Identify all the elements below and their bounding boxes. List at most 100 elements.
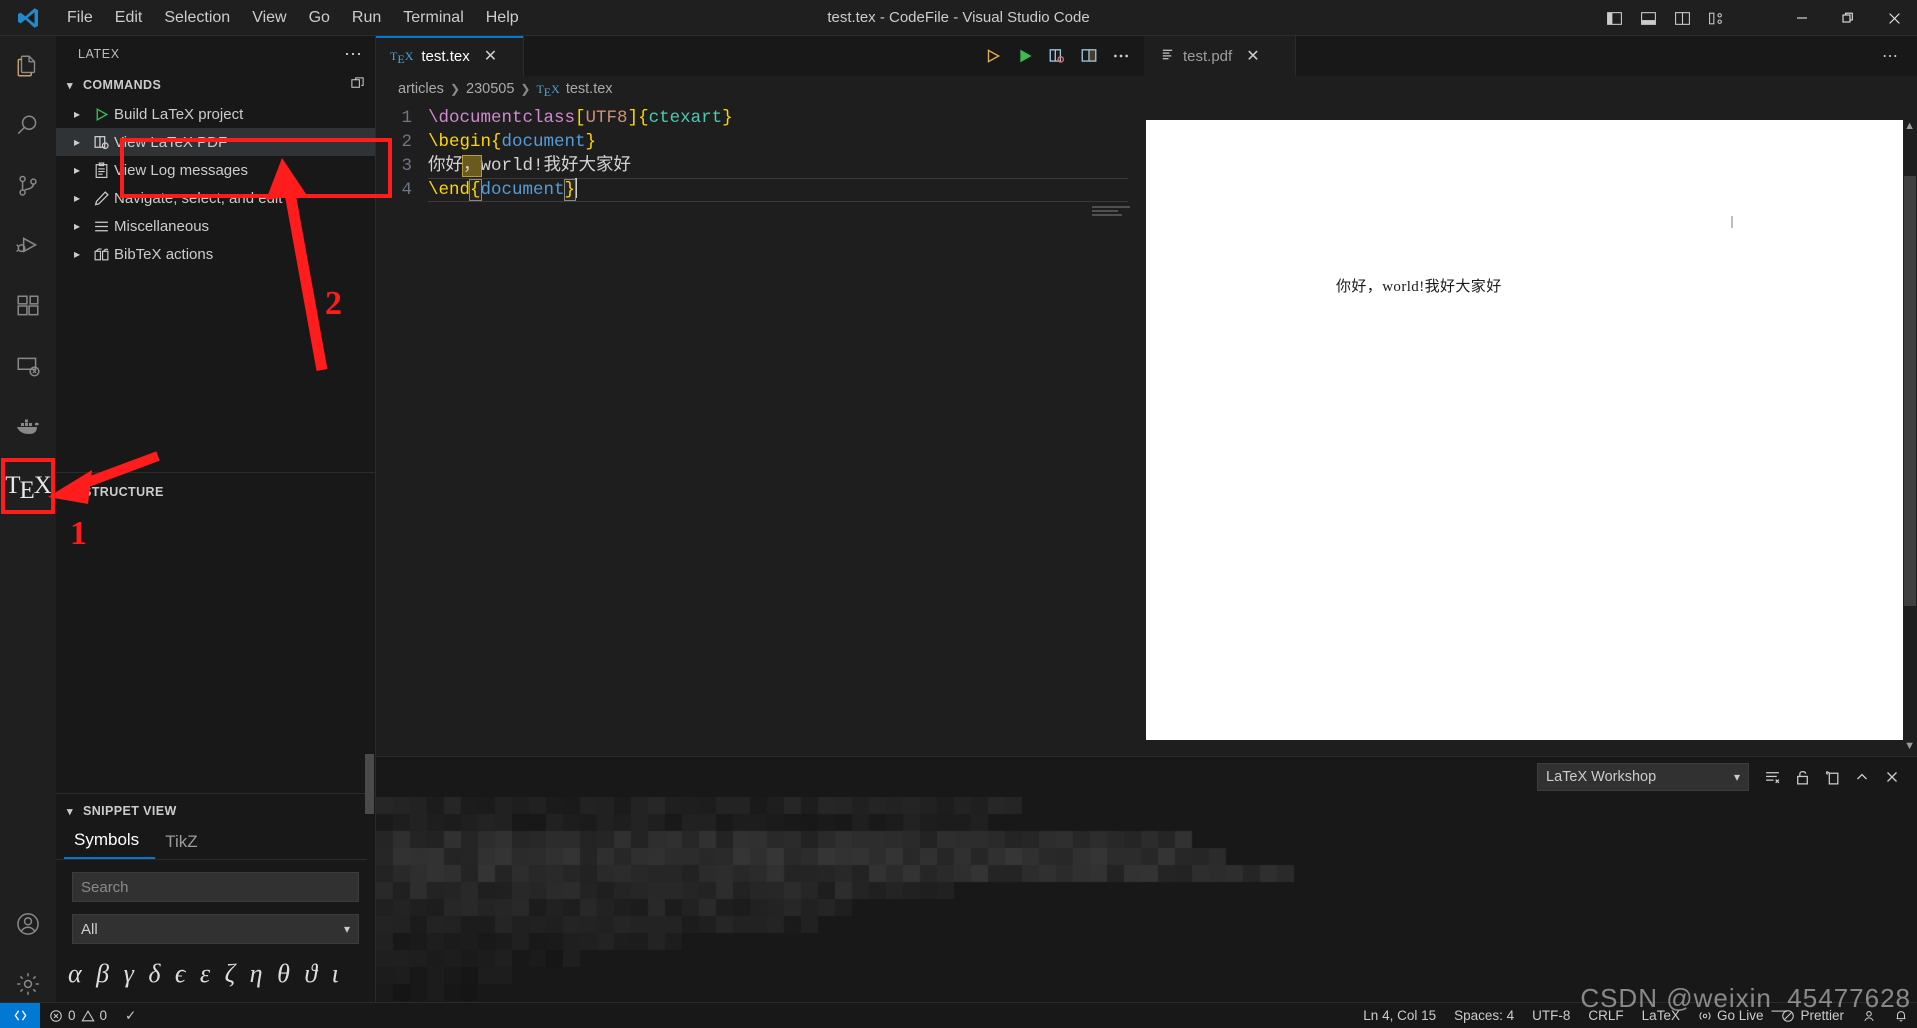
- pdf-file-icon: [1160, 47, 1175, 66]
- tab-label: test.pdf: [1183, 48, 1232, 65]
- sidebar-item-latex[interactable]: TEX: [0, 456, 56, 516]
- tab-symbols[interactable]: Symbols: [64, 824, 155, 859]
- extensions-icon[interactable]: [0, 276, 56, 336]
- docker-icon[interactable]: [0, 396, 56, 456]
- explorer-icon[interactable]: [0, 36, 56, 96]
- command-view-log-messages[interactable]: ▸ View Log messages: [56, 156, 375, 184]
- section-header-structure[interactable]: ▾ STRUCTURE: [56, 479, 375, 505]
- pdf-scrollbar[interactable]: ▲ ▼: [1903, 116, 1917, 756]
- pdf-viewport[interactable]: 你好，world!我好大家好 ▲ ▼: [1144, 76, 1917, 756]
- command-view-latex-pdf[interactable]: ▸ View LaTeX PDF: [56, 128, 375, 156]
- command-navigate-select-edit[interactable]: ▸ Navigate, select, and edit: [56, 184, 375, 212]
- run-and-debug-icon[interactable]: [0, 216, 56, 276]
- status-accounts[interactable]: [1853, 1003, 1885, 1028]
- chevron-down-icon: ▾: [344, 922, 350, 936]
- close-panel-button[interactable]: [1877, 762, 1907, 792]
- more-actions-button[interactable]: [1106, 36, 1136, 76]
- status-prettier[interactable]: Prettier: [1772, 1003, 1853, 1028]
- source-control-icon[interactable]: [0, 156, 56, 216]
- menu-edit[interactable]: Edit: [104, 5, 154, 31]
- toggle-primary-sidebar-icon[interactable]: [1597, 0, 1631, 36]
- status-language-mode[interactable]: LaTeX: [1633, 1003, 1689, 1028]
- build-latex-button[interactable]: [978, 36, 1008, 76]
- chevron-right-icon: ▸: [66, 107, 88, 121]
- collapse-all-icon[interactable]: [350, 76, 365, 94]
- pdf-more-actions-button[interactable]: ⋯: [1875, 36, 1905, 76]
- status-notifications[interactable]: [1885, 1003, 1917, 1028]
- command-bibtex-actions[interactable]: ▸ BibTeX actions: [56, 240, 375, 268]
- section-header-commands[interactable]: ▾ COMMANDS: [56, 72, 375, 98]
- close-icon[interactable]: ✕: [1246, 46, 1259, 66]
- maximize-panel-button[interactable]: [1847, 762, 1877, 792]
- remote-indicator-icon[interactable]: [0, 1003, 40, 1028]
- window-restore-button[interactable]: [1825, 0, 1871, 36]
- menu-terminal[interactable]: Terminal: [392, 5, 474, 31]
- tab-test-tex[interactable]: TEX test.tex ✕: [376, 36, 524, 76]
- run-code-button[interactable]: [1010, 36, 1040, 76]
- lock-scroll-button[interactable]: [1787, 762, 1817, 792]
- toggle-secondary-sidebar-icon[interactable]: [1665, 0, 1699, 36]
- output-channel-select[interactable]: LaTeX Workshop ▾: [1537, 763, 1749, 791]
- chevron-up-icon[interactable]: ▲: [1904, 120, 1915, 132]
- status-check[interactable]: ✓: [116, 1003, 145, 1028]
- close-icon[interactable]: ✕: [484, 46, 497, 66]
- code-line[interactable]: 4 \end{document}: [376, 178, 1144, 202]
- menu-help[interactable]: Help: [475, 5, 530, 31]
- line-content: \end{document}: [428, 178, 577, 202]
- split-editor-button[interactable]: [1074, 36, 1104, 76]
- command-build-latex-project[interactable]: ▸ Build LaTeX project: [56, 100, 375, 128]
- window-minimize-button[interactable]: [1779, 0, 1825, 36]
- search-input[interactable]: [81, 879, 350, 896]
- code-line[interactable]: 2 \begin{document}: [376, 130, 1144, 154]
- status-indentation[interactable]: Spaces: 4: [1445, 1003, 1523, 1028]
- status-encoding[interactable]: UTF-8: [1523, 1003, 1579, 1028]
- menu-view[interactable]: View: [241, 5, 297, 31]
- text-cursor: [575, 178, 577, 198]
- tab-tikz[interactable]: TikZ: [155, 826, 213, 859]
- command-miscellaneous[interactable]: ▸ Miscellaneous: [56, 212, 375, 240]
- menu-file[interactable]: File: [56, 5, 104, 31]
- code-line[interactable]: 1 \documentclass[UTF8]{ctexart}: [376, 106, 1144, 130]
- line-number: 1: [376, 106, 428, 130]
- menu-selection[interactable]: Selection: [153, 5, 241, 31]
- commands-list: ▸ Build LaTeX project ▸ View LaTeX PDF ▸: [56, 98, 375, 268]
- customize-layout-icon[interactable]: [1699, 0, 1733, 36]
- status-go-live[interactable]: Go Live: [1689, 1003, 1773, 1028]
- tab-test-pdf[interactable]: test.pdf ✕: [1144, 36, 1296, 76]
- editor-actions: [978, 36, 1144, 76]
- code-line[interactable]: 3 你好，world!我好大家好: [376, 154, 1144, 178]
- code-editor[interactable]: 1 \documentclass[UTF8]{ctexart} 2 \begin…: [376, 102, 1144, 202]
- status-problems[interactable]: 0 0: [40, 1003, 116, 1028]
- remote-explorer-icon[interactable]: [0, 336, 56, 396]
- pdf-scrollbar-thumb[interactable]: [1904, 176, 1916, 606]
- view-pdf-button[interactable]: [1042, 36, 1072, 76]
- chevron-down-icon[interactable]: ▼: [1904, 740, 1915, 752]
- sidebar-scrollbar[interactable]: [365, 754, 374, 814]
- toggle-panel-icon[interactable]: [1631, 0, 1665, 36]
- breadcrumb-articles[interactable]: articles: [398, 81, 444, 97]
- minimap[interactable]: [1092, 206, 1132, 218]
- command-label: Navigate, select, and edit: [114, 190, 282, 207]
- open-in-editor-button[interactable]: [1817, 762, 1847, 792]
- clear-output-button[interactable]: [1757, 762, 1787, 792]
- breadcrumb-230505[interactable]: 230505: [466, 81, 514, 97]
- broadcast-icon: [1698, 1009, 1712, 1023]
- snippet-category-select[interactable]: All ▾: [72, 914, 359, 944]
- accounts-icon[interactable]: [0, 894, 56, 954]
- line-content: 你好，world!我好大家好: [428, 154, 631, 178]
- breadcrumb-test-tex[interactable]: test.tex: [566, 81, 613, 97]
- status-eol[interactable]: CRLF: [1579, 1003, 1632, 1028]
- window-close-button[interactable]: [1871, 0, 1917, 36]
- menu-go[interactable]: Go: [298, 5, 341, 31]
- chevron-right-icon: ▸: [66, 135, 88, 149]
- menu-run[interactable]: Run: [341, 5, 392, 31]
- pencil-icon: [88, 190, 114, 207]
- status-editor-position[interactable]: Ln 4, Col 15: [1354, 1003, 1445, 1028]
- tex-file-icon: TEX: [536, 82, 559, 97]
- snippet-search-box[interactable]: [72, 872, 359, 902]
- search-icon[interactable]: [0, 96, 56, 156]
- editor-group: TEX test.tex ✕: [376, 36, 1144, 756]
- section-header-snippet-view[interactable]: ▾ SNIPPET VIEW: [56, 798, 375, 824]
- sidebar-more-actions-icon[interactable]: ⋯: [344, 44, 363, 65]
- output-channel-value: LaTeX Workshop: [1546, 769, 1656, 785]
